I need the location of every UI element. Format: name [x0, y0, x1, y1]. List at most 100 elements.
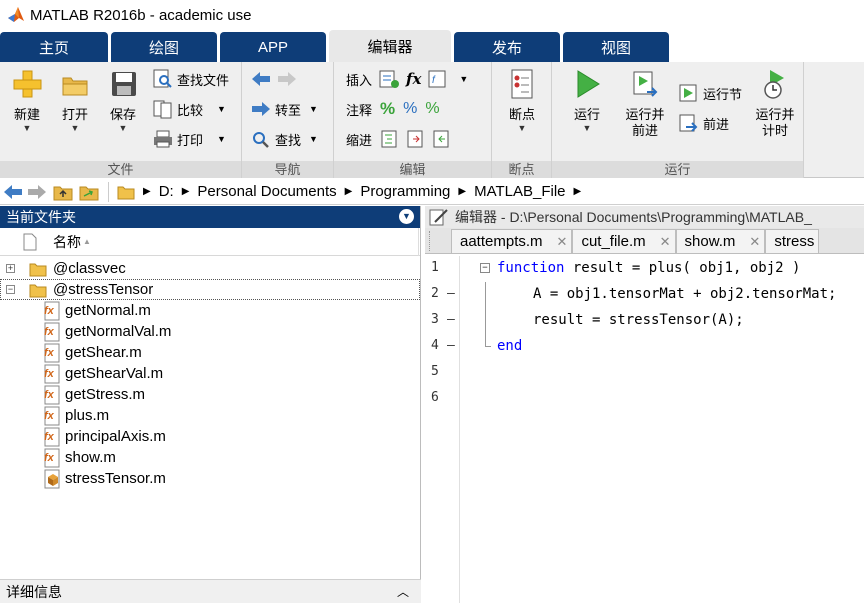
code-line: 1 − function result = plus( obj1, obj2 )	[425, 256, 864, 282]
breakpoints-button[interactable]: 断点 ▼	[500, 68, 544, 133]
tree-file-row[interactable]: fx plus.m	[0, 405, 420, 426]
function-browser-icon[interactable]: f	[427, 69, 449, 89]
tab-label: 主页	[38, 39, 69, 57]
forward-arrow-icon[interactable]	[26, 183, 48, 201]
column-header[interactable]: 名称 ▲	[0, 228, 420, 256]
close-icon[interactable]: ✕	[660, 234, 671, 250]
breakpoint-dash[interactable]: —	[447, 312, 455, 327]
file-name: getNormal.m	[65, 302, 151, 319]
print-button[interactable]: 打印 ▼	[152, 128, 226, 150]
up-folder-icon[interactable]	[52, 182, 74, 202]
comment-percent-icon[interactable]: %	[380, 99, 395, 119]
tree-file-row[interactable]: fx getShear.m	[0, 342, 420, 363]
breadcrumb-separator[interactable]: ▶	[458, 186, 466, 197]
chevron-down-icon: ▼	[70, 123, 80, 133]
panel-menu-icon[interactable]: ▼	[399, 209, 414, 224]
file-tab[interactable]: stress	[765, 229, 820, 253]
breadcrumb-drive[interactable]: D:	[159, 183, 174, 200]
compare-button[interactable]: 比较 ▼	[152, 98, 226, 120]
tree-file-row[interactable]: fx getShearVal.m	[0, 363, 420, 384]
expand-icon[interactable]: +	[6, 264, 15, 273]
file-tab[interactable]: show.m ✕	[675, 229, 766, 253]
tab-plots[interactable]: 绘图	[111, 32, 217, 62]
breadcrumb-personal-documents[interactable]: Personal Documents	[197, 183, 336, 200]
tab-label: 编辑器	[367, 38, 413, 56]
tree-file-row[interactable]: fx show.m	[0, 447, 420, 468]
code-area[interactable]: 1 − function result = plus( obj1, obj2 )…	[425, 256, 864, 603]
tab-view[interactable]: 视图	[563, 32, 669, 62]
tab-editor[interactable]: 编辑器	[329, 30, 451, 62]
fold-collapse-icon[interactable]: −	[480, 263, 490, 273]
chevron-down-icon: ▼	[309, 104, 318, 114]
breadcrumb-programming[interactable]: Programming	[360, 183, 450, 200]
collapse-icon[interactable]: −	[6, 285, 15, 294]
current-folder-panel: 当前文件夹 ▼ 名称 ▲ + @classvec − @stressTensor…	[0, 206, 421, 603]
printer-icon	[154, 130, 172, 148]
tree-file-row[interactable]: fx getNormal.m	[0, 300, 420, 321]
breadcrumb-separator[interactable]: ▶	[143, 186, 151, 197]
chevron-up-icon[interactable]: ︿	[397, 583, 409, 600]
tab-label: 视图	[600, 39, 631, 57]
tree-file-row[interactable]: fx getNormalVal.m	[0, 321, 420, 342]
file-tab[interactable]: aattempts.m ✕	[451, 229, 573, 253]
tree-file-row[interactable]: stressTensor.m	[0, 468, 420, 489]
goto-button[interactable]: 转至 ▼	[250, 98, 318, 120]
increase-indent-icon[interactable]	[406, 129, 426, 149]
breadcrumb-matlab-file[interactable]: MATLAB_File	[474, 183, 565, 200]
smart-indent-icon[interactable]	[380, 129, 400, 149]
editor-panel: 编辑器 - D:\Personal Documents\Programming\…	[425, 206, 864, 603]
run-and-advance-button[interactable]: 运行并 前进	[620, 68, 670, 139]
forward-arrow-icon[interactable]	[276, 70, 298, 88]
close-icon[interactable]: ✕	[749, 234, 760, 250]
tab-home[interactable]: 主页	[0, 32, 108, 62]
decrease-indent-icon[interactable]	[432, 129, 452, 149]
wrap-comments-icon[interactable]: %	[425, 100, 439, 118]
back-arrow-icon[interactable]	[2, 183, 24, 201]
function-file-icon: fx	[44, 322, 60, 341]
run-section-button[interactable]: 运行节	[678, 82, 742, 104]
breadcrumb-separator[interactable]: ▶	[182, 186, 190, 197]
chevron-down-icon: ▼	[582, 123, 592, 133]
uncomment-icon[interactable]: %	[403, 100, 417, 118]
chevron-down-icon[interactable]: ▼	[459, 74, 468, 84]
close-icon[interactable]: ✕	[557, 234, 568, 250]
tree-file-row[interactable]: fx getStress.m	[0, 384, 420, 405]
find-button[interactable]: 查找 ▼	[250, 128, 318, 150]
file-tab[interactable]: cut_file.m ✕	[572, 229, 676, 253]
name-column-header[interactable]: 名称	[53, 232, 81, 252]
insert-function-icon[interactable]: fx	[406, 70, 421, 88]
print-label: 打印	[177, 132, 204, 148]
breakpoint-dash[interactable]: —	[447, 286, 455, 301]
file-tab-label: stress	[774, 233, 815, 250]
comment-label: 注释	[346, 102, 373, 118]
breakpoint-dash[interactable]: —	[447, 338, 455, 353]
tab-apps[interactable]: APP	[220, 32, 326, 62]
tree-file-row[interactable]: fx principalAxis.m	[0, 426, 420, 447]
divider	[108, 181, 109, 202]
new-label: 新建	[13, 107, 40, 122]
code-line: 2 — A = obj1.tensorMat + obj2.tensorMat;	[425, 282, 864, 308]
details-bar[interactable]: 详细信息 ︿	[0, 579, 421, 603]
run-button[interactable]: 运行 ▼	[562, 68, 612, 133]
tab-publish[interactable]: 发布	[454, 32, 560, 62]
run-and-time-button[interactable]: 运行并 计时	[750, 68, 800, 139]
current-folder-header: 当前文件夹 ▼	[0, 206, 420, 228]
breadcrumb-separator[interactable]: ▶	[345, 186, 353, 197]
goto-label: 转至	[275, 102, 302, 118]
breadcrumb-separator[interactable]: ▶	[574, 186, 582, 197]
matlab-logo-icon	[8, 7, 24, 22]
open-button[interactable]: 打开 ▼	[54, 68, 96, 133]
tree-folder-row[interactable]: − @stressTensor	[0, 279, 420, 300]
tree-folder-row[interactable]: + @classvec	[0, 258, 420, 279]
find-files-button[interactable]: 查找文件	[152, 68, 229, 90]
new-button[interactable]: 新建 ▼	[6, 68, 48, 133]
file-tab-label: cut_file.m	[581, 233, 646, 250]
details-label: 详细信息	[6, 583, 62, 600]
svg-text:fx: fx	[44, 305, 55, 317]
browse-folder-icon[interactable]	[78, 182, 100, 202]
editor-header: 编辑器 - D:\Personal Documents\Programming\…	[425, 206, 864, 228]
advance-button[interactable]: 前进	[678, 112, 729, 134]
back-arrow-icon[interactable]	[250, 70, 272, 88]
insert-section-icon[interactable]	[378, 69, 400, 89]
save-button[interactable]: 保存 ▼	[102, 68, 144, 133]
